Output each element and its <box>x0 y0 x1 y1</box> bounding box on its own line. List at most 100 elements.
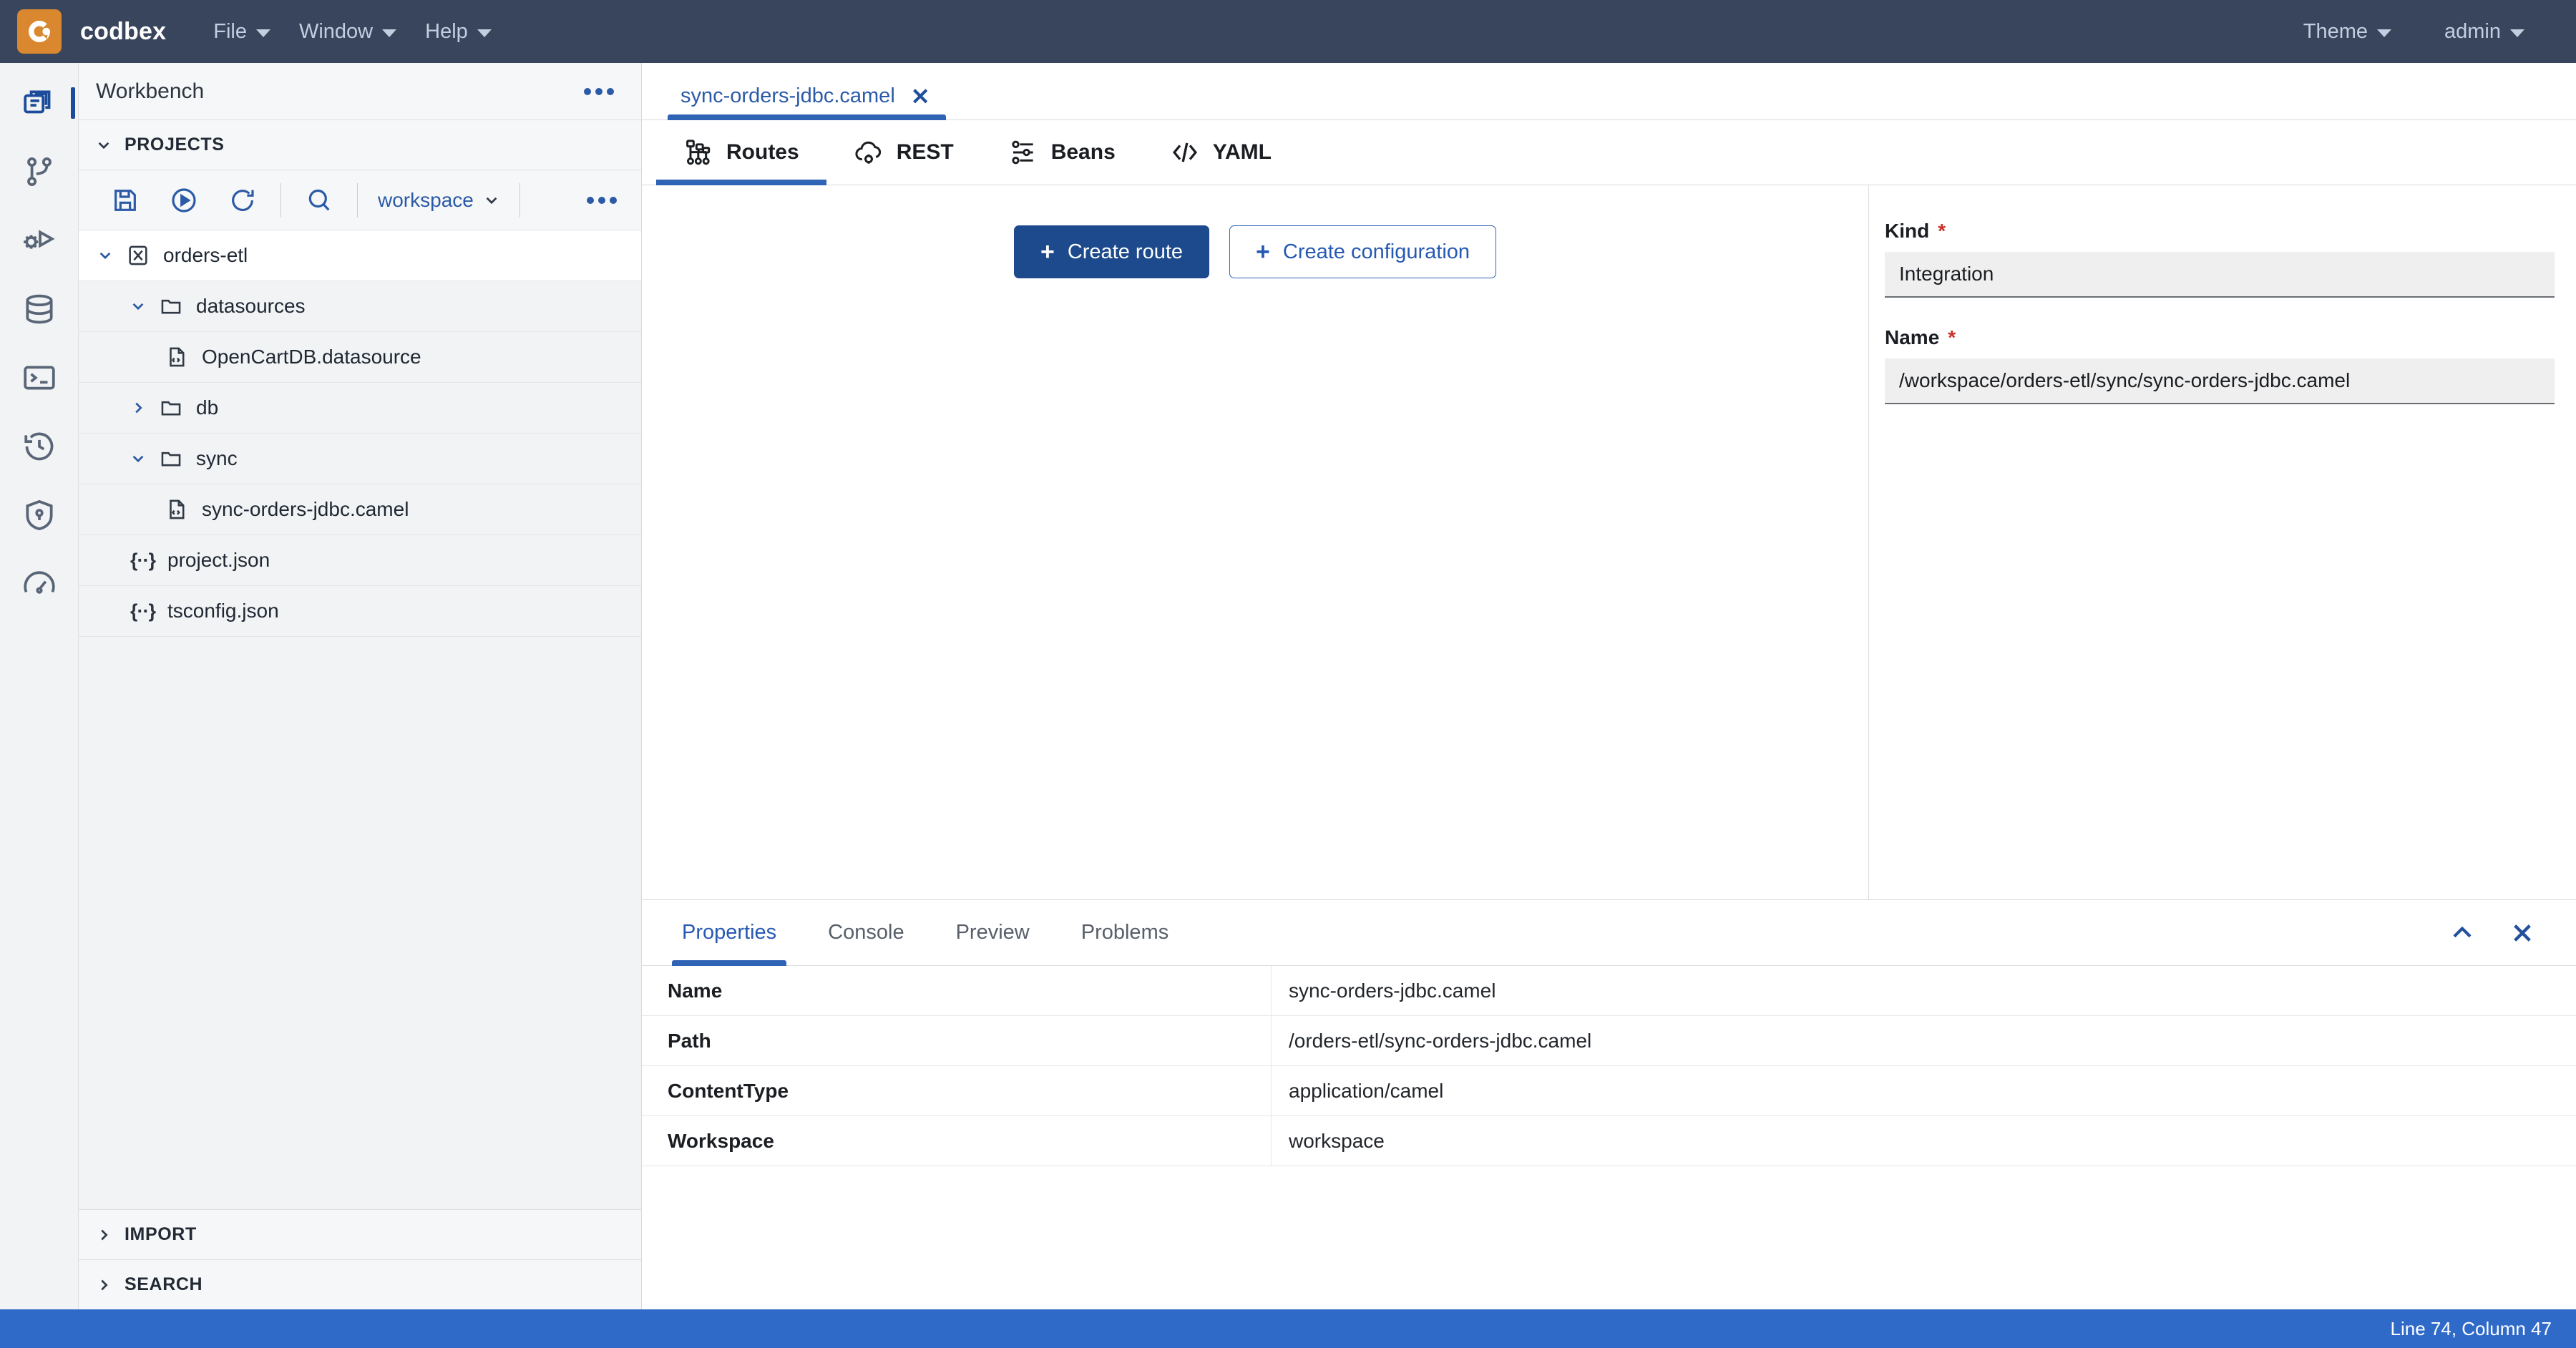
tab-problems-label: Problems <box>1081 921 1169 944</box>
search-icon <box>305 186 333 215</box>
menu-window[interactable]: Window <box>285 13 411 51</box>
activity-item-git[interactable] <box>0 137 79 206</box>
table-row: Path /orders-etl/sync-orders-jdbc.camel <box>642 1016 2576 1066</box>
editor-tab-bar: sync-orders-jdbc.camel ✕ <box>642 63 2576 120</box>
activity-item-workbench[interactable] <box>0 69 79 137</box>
property-value: /orders-etl/sync-orders-jdbc.camel <box>1272 1016 2576 1065</box>
tree-item-label: datasources <box>196 295 306 318</box>
tab-rest[interactable]: REST <box>826 120 981 185</box>
tree-item-datasources[interactable]: datasources <box>79 281 641 332</box>
tab-beans[interactable]: Beans <box>981 120 1143 185</box>
activity-item-terminal[interactable] <box>0 343 79 412</box>
tab-problems[interactable]: Problems <box>1055 900 1195 966</box>
sidebar-section-projects[interactable]: PROJECTS <box>79 120 641 170</box>
activity-item-history[interactable] <box>0 412 79 481</box>
tree-item-project-json[interactable]: {··} project.json <box>79 535 641 586</box>
codbex-logo[interactable] <box>17 9 62 54</box>
bottom-panel-actions <box>2449 919 2576 947</box>
tab-yaml[interactable]: YAML <box>1143 120 1299 185</box>
git-branch-icon <box>21 154 57 190</box>
chevron-down-icon[interactable] <box>130 298 159 314</box>
required-asterisk: * <box>1938 220 1946 243</box>
refresh-button[interactable] <box>213 178 272 223</box>
json-file-icon: {··} <box>130 550 167 572</box>
editor-tab-label: sync-orders-jdbc.camel <box>680 84 895 108</box>
bottom-panel-tabs: Properties Console Preview Problems <box>642 900 2576 966</box>
ellipsis-icon <box>610 197 617 204</box>
menu-help[interactable]: Help <box>411 13 506 51</box>
toolbar-divider <box>357 183 358 218</box>
chevron-right-icon <box>96 1277 112 1293</box>
collapse-icon[interactable] <box>2449 919 2476 947</box>
ellipsis-icon <box>587 197 594 204</box>
create-route-button[interactable]: + Create route <box>1014 225 1209 278</box>
sidebar-panel: Workbench PROJECTS <box>79 63 642 1309</box>
tree-item-sync-orders-jdbc-camel[interactable]: sync-orders-jdbc.camel <box>79 484 641 535</box>
table-row: Workspace workspace <box>642 1116 2576 1166</box>
menu-user-admin[interactable]: admin <box>2430 13 2539 51</box>
menu-theme[interactable]: Theme <box>2289 13 2406 51</box>
chevron-down-icon[interactable] <box>130 451 159 467</box>
property-value: sync-orders-jdbc.camel <box>1272 966 2576 1015</box>
close-icon[interactable]: ✕ <box>911 85 930 108</box>
sidebar-section-search[interactable]: SEARCH <box>79 1259 641 1309</box>
sidebar-toolbar-more-button[interactable] <box>580 190 624 211</box>
ellipsis-icon <box>584 88 591 95</box>
close-icon[interactable] <box>2509 919 2536 947</box>
menu-window-label: Window <box>299 20 373 44</box>
tab-routes[interactable]: Routes <box>656 120 826 185</box>
tree-item-label: project.json <box>167 549 270 572</box>
menu-file[interactable]: File <box>199 13 285 51</box>
activity-item-security[interactable] <box>0 481 79 550</box>
chevron-down-icon <box>96 137 112 153</box>
save-button[interactable] <box>96 178 155 223</box>
database-icon <box>21 291 57 327</box>
folder-icon <box>159 446 196 471</box>
sidebar-section-import[interactable]: IMPORT <box>79 1209 641 1259</box>
property-key: Name <box>642 966 1272 1015</box>
tree-item-label: OpenCartDB.datasource <box>202 346 421 368</box>
kind-field-label: Kind * <box>1885 220 2555 243</box>
status-bar: Line 74, Column 47 <box>0 1309 2576 1348</box>
menu-help-label: Help <box>425 20 468 44</box>
ellipsis-icon <box>598 197 605 204</box>
kind-label-text: Kind <box>1885 220 1929 243</box>
activity-item-debug[interactable] <box>0 206 79 275</box>
tree-item-db[interactable]: db <box>79 383 641 434</box>
activity-item-performance[interactable] <box>0 550 79 618</box>
chevron-right-icon[interactable] <box>130 400 159 416</box>
tab-beans-label: Beans <box>1051 140 1116 165</box>
tree-item-opencartdb-datasource[interactable]: OpenCartDB.datasource <box>79 332 641 383</box>
chevron-down-icon <box>382 29 396 37</box>
code-file-icon <box>165 345 202 369</box>
tab-preview[interactable]: Preview <box>930 900 1055 966</box>
integration-properties-panel: Kind * Integration Name * /workspace/ord… <box>1869 185 2576 899</box>
sidebar-more-button[interactable] <box>577 81 621 102</box>
brand-title: codbex <box>80 18 166 46</box>
search-section-label: SEARCH <box>125 1274 203 1295</box>
sidebar-title: Workbench <box>96 79 204 104</box>
name-field-input[interactable]: /workspace/orders-etl/sync/sync-orders-j… <box>1885 358 2555 404</box>
tree-item-tsconfig-json[interactable]: {··} tsconfig.json <box>79 586 641 637</box>
chevron-right-icon <box>96 1227 112 1243</box>
tree-item-orders-etl[interactable]: orders-etl <box>79 230 641 281</box>
tab-console[interactable]: Console <box>802 900 930 966</box>
required-asterisk: * <box>1948 326 1956 349</box>
sidebar-header: Workbench <box>79 63 641 120</box>
tab-properties[interactable]: Properties <box>656 900 802 966</box>
create-configuration-button[interactable]: + Create configuration <box>1229 225 1496 278</box>
route-canvas[interactable]: + Create route + Create configuration <box>642 185 1869 899</box>
projects-section-label: PROJECTS <box>125 135 225 155</box>
tree-item-sync[interactable]: sync <box>79 434 641 484</box>
menu-theme-label: Theme <box>2303 20 2368 44</box>
tab-routes-label: Routes <box>726 140 799 165</box>
editor-tab-sync-orders-jdbc-camel[interactable]: sync-orders-jdbc.camel ✕ <box>668 84 946 119</box>
publish-button[interactable] <box>155 178 213 223</box>
kind-field-input[interactable]: Integration <box>1885 252 2555 298</box>
tree-item-label: db <box>196 396 218 419</box>
menu-user-label: admin <box>2444 20 2501 44</box>
chevron-down-icon[interactable] <box>97 248 126 263</box>
workspace-selector[interactable]: workspace <box>366 189 511 212</box>
activity-item-database[interactable] <box>0 275 79 343</box>
search-button[interactable] <box>290 178 348 223</box>
